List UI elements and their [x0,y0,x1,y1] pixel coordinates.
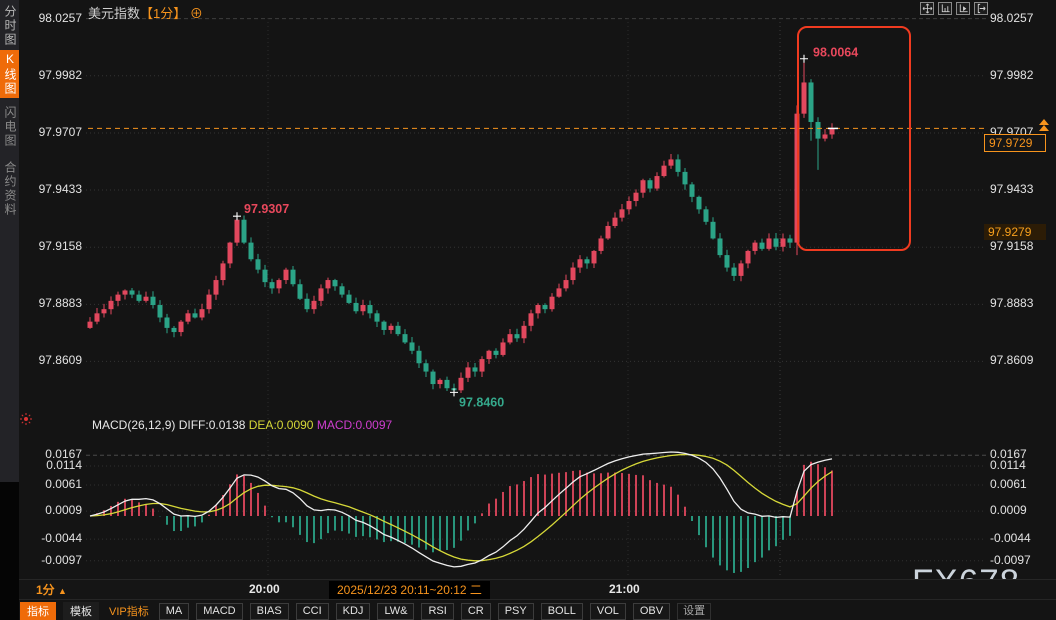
period-badge: 【1分】 [140,6,186,21]
price-axis-label-right: 97.8609 [990,353,1052,367]
price-axis-label-left: 97.8609 [24,353,82,367]
macd-axis-label-right: 0.0114 [990,458,1052,472]
macd-axis-label-left: 0.0114 [24,458,82,472]
price-axis-label-left: 97.9707 [24,125,82,139]
crosshair-time-tooltip: 2025/12/23 20:11~20:12 二 [329,581,490,599]
sidebar-item-0[interactable]: 分时图 [0,3,19,49]
indicator-button-macd[interactable]: MACD [196,603,242,620]
macd-indicator-header: MACD(26,12,9) DIFF:0.0138 DEA:0.0090 MAC… [92,418,392,432]
sidebar-spacer [0,482,19,620]
macd-axis-label-left: 0.0061 [24,477,82,491]
time-tick: 21:00 [609,582,640,596]
indicator-button-vol[interactable]: VOL [590,603,626,620]
svg-text:98.0064: 98.0064 [813,46,858,60]
macd-axis-label-right: 0.0009 [990,503,1052,517]
period-selector[interactable]: 1分 ▲ [36,581,67,598]
exit-right-icon[interactable] [974,2,988,15]
macd-formula: MACD(26,12,9) [92,418,175,432]
sidebar-item-2[interactable]: 闪电图 [0,100,19,154]
settings-button[interactable]: 设置 [677,603,711,620]
price-axis-label-left: 97.9433 [24,182,82,196]
price-axis-label-right: 97.9982 [990,68,1052,82]
toolbar-tab-2[interactable]: VIP指标 [106,602,152,620]
time-tick: 20:00 [249,582,280,596]
macd-axis-label-left: 0.0009 [24,503,82,517]
axis-play-icon[interactable] [956,2,970,15]
sidebar-item-3[interactable]: 合约资料 [0,156,19,222]
macd-hist-value: MACD:0.0097 [317,418,392,432]
chart-title: 美元指数【1分】 ⊕ [88,3,203,22]
left-sidebar: 分时图K线图闪电图合约资料 [0,0,19,482]
price-axis-label-left: 97.8883 [24,296,82,310]
indicator-button-bias[interactable]: BIAS [250,603,289,620]
price-axis-label-left: 98.0257 [24,11,82,25]
candlestick-macd-plot[interactable]: 98.0064 97.9307 97.8460 [0,0,1056,620]
macd-diff-value: DIFF:0.0138 [179,418,246,432]
indicator-button-ma[interactable]: MA [159,603,190,620]
indicator-button-psy[interactable]: PSY [498,603,534,620]
macd-axis-label-left: -0.0097 [24,553,82,567]
reference-price-label: 97.9279 [984,224,1046,240]
indicator-button-lw&[interactable]: LW& [377,603,414,620]
circle-plus-icon[interactable]: ⊕ [190,6,203,21]
time-axis: 1分 ▲ 20:00 2025/12/23 20:11~20:12 二 21:0… [19,579,1056,600]
price-axis-label-right: 97.8883 [990,296,1052,310]
toolbar-tab-1[interactable]: 模板 [63,602,99,620]
price-axis-label-left: 97.9982 [24,68,82,82]
macd-dea-value: DEA:0.0090 [249,418,314,432]
axis-scale-icon[interactable] [938,2,952,15]
sidebar-item-1[interactable]: K线图 [0,50,19,98]
symbol-name: 美元指数 [88,6,140,21]
price-axis-label-right: 97.9158 [990,239,1052,253]
indicator-toolbar: 指标模板 VIP指标 MA MACD BIAS CCI KDJ LW&RSI CR PSY BOLL… [20,602,711,620]
macd-axis-label-right: -0.0097 [990,553,1052,567]
chart-tool-icons [920,2,988,15]
pan-crosshair-icon[interactable] [920,2,934,15]
price-axis-label-left: 97.9158 [24,239,82,253]
indicator-button-obv[interactable]: OBV [633,603,670,620]
svg-text:97.8460: 97.8460 [459,395,504,409]
macd-axis-label-right: -0.0044 [990,531,1052,545]
macd-axis-label-right: 0.0061 [990,477,1052,491]
price-axis-label-right: 98.0257 [990,11,1052,25]
chart-window: 分时图K线图闪电图合约资料 美元指数【1分】 ⊕ 98.006497.93079… [0,0,1056,620]
macd-axis-label-left: -0.0044 [24,531,82,545]
indicator-button-cci[interactable]: CCI [296,603,329,620]
toolbar-tab-0[interactable]: 指标 [20,602,56,620]
alert-beacon-icon[interactable] [20,412,32,430]
indicator-button-boll[interactable]: BOLL [541,603,583,620]
price-axis-label-right: 97.9433 [990,182,1052,196]
indicator-button-kdj[interactable]: KDJ [336,603,371,620]
indicator-button-rsi[interactable]: RSI [421,603,453,620]
indicator-button-cr[interactable]: CR [461,603,491,620]
double-up-arrow-icon [1037,119,1051,137]
triangle-up-icon: ▲ [58,586,67,596]
svg-text:97.9307: 97.9307 [244,202,289,216]
